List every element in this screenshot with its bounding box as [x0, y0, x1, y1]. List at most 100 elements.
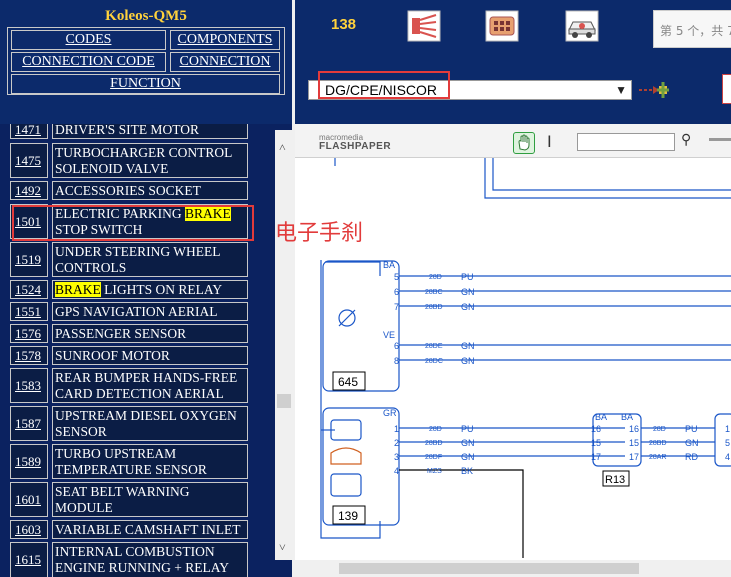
wire-code: 28BD — [425, 440, 443, 447]
pin: 6 — [394, 341, 399, 351]
list-item-code[interactable]: 1519 — [10, 242, 48, 277]
go-arrow-icon[interactable] — [637, 78, 669, 102]
wire-code: 28D — [429, 426, 442, 433]
list-item[interactable]: 1578 SUNROOF MOTOR — [8, 346, 252, 365]
list-item[interactable]: 1576 PASSENGER SENSOR — [8, 324, 252, 343]
search-icon[interactable]: ⚲ — [681, 132, 691, 149]
list-item-code[interactable]: 1576 — [10, 324, 48, 343]
scroll-thumb[interactable] — [277, 394, 291, 408]
list-item[interactable]: 1583 REAR BUMPER HANDS-FREE CARD DETECTI… — [8, 368, 252, 403]
list-item-label: PASSENGER SENSOR — [52, 324, 248, 343]
list-item-label: TURBOCHARGER CONTROL SOLENOID VALVE — [52, 143, 248, 178]
list-item-label: VARIABLE CAMSHAFT INLET — [52, 520, 248, 539]
list-item[interactable]: 1524 BRAKE LIGHTS ON RELAY — [8, 280, 252, 299]
wire-code: 28BC — [425, 289, 443, 296]
connection-code-link[interactable]: CONNECTION CODE — [11, 52, 166, 72]
wiring-icon[interactable] — [407, 10, 441, 42]
codes-link[interactable]: CODES — [11, 30, 166, 50]
wire-code: 28D — [429, 274, 442, 281]
list-item-code[interactable]: 1615 — [10, 542, 48, 577]
scroll-down-icon[interactable]: ˅ — [279, 540, 286, 555]
wire-code: 28D — [653, 426, 666, 433]
connection-link[interactable]: CONNECTION — [170, 52, 280, 72]
select-value: DG/CPE/NISCOR — [325, 82, 438, 98]
wire-color: PU — [461, 272, 474, 282]
list-item[interactable]: 1519 UNDER STEERING WHEEL CONTROLS — [8, 242, 252, 277]
list-item[interactable]: 1603 VARIABLE CAMSHAFT INLET — [8, 520, 252, 539]
wire-color: PU — [685, 424, 698, 434]
connector-ba: BA — [595, 412, 607, 422]
connector-ba: BA — [621, 412, 633, 422]
list-item-code[interactable]: 1601 — [10, 482, 48, 517]
list-item[interactable]: 1471 DRIVER'S SITE MOTOR — [8, 124, 252, 139]
wire-color: PU — [461, 424, 474, 434]
desc-pre: ELECTRIC PARKING — [55, 206, 186, 221]
app-title: Koleos-QM5 — [105, 8, 187, 24]
connector-gr: GR — [383, 408, 397, 418]
pin: 4 — [725, 452, 730, 462]
list-item[interactable]: 1587 UPSTREAM DIESEL OXYGEN SENSOR — [8, 406, 252, 441]
pin: 15 — [629, 438, 639, 448]
pin: 4 — [394, 466, 399, 476]
find-status-field[interactable]: 第 5 个，共 7 — [653, 10, 731, 48]
list-item[interactable]: 1551 GPS NAVIGATION AERIAL — [8, 302, 252, 321]
list-item[interactable]: 1601 SEAT BELT WARNING MODULE — [8, 482, 252, 517]
list-item-code[interactable]: 1471 — [10, 124, 48, 139]
list-item[interactable]: 1615 INTERNAL COMBUSTION ENGINE RUNNING … — [8, 542, 252, 577]
wire-color: GN — [461, 438, 475, 448]
vehicle-location-icon[interactable] — [565, 10, 599, 42]
list-item-code[interactable]: 1603 — [10, 520, 48, 539]
wire-color: GN — [461, 341, 475, 351]
list-item[interactable]: 1492 ACCESSORIES SOCKET — [8, 181, 252, 200]
text-select-icon[interactable]: I — [547, 132, 552, 151]
list-item-label: ACCESSORIES SOCKET — [52, 181, 248, 200]
chevron-down-icon: ▼ — [615, 83, 627, 97]
page-number: 138 — [331, 16, 357, 33]
viewer-search-input[interactable] — [577, 133, 675, 151]
list-item-code[interactable]: 1589 — [10, 444, 48, 479]
list-item-code[interactable]: 1492 — [10, 181, 48, 200]
list-item-label: UNDER STEERING WHEEL CONTROLS — [52, 242, 248, 277]
wire-color: GN — [685, 438, 699, 448]
wiring-diagram: BA VE GR 5 6 7 28D 28BC 28BD PU GN GN 6 … — [320, 158, 731, 558]
zoom-slider[interactable] — [709, 138, 731, 141]
system-select[interactable]: DG/CPE/NISCOR ▼ — [308, 80, 632, 100]
function-link[interactable]: FUNCTION — [11, 74, 280, 94]
wire-code: 28DC — [425, 358, 443, 365]
print-icon[interactable] — [722, 74, 731, 104]
wire-code: 28DE — [425, 343, 443, 350]
viewer-logo: FLASHPAPER — [319, 141, 392, 152]
component-label: 645 — [338, 375, 358, 389]
list-item-code[interactable]: 1551 — [10, 302, 48, 321]
list-item-selected[interactable]: 1501 ELECTRIC PARKING BRAKE STOP SWITCH — [8, 204, 252, 239]
list-item-code[interactable]: 1583 — [10, 368, 48, 403]
hscroll-thumb[interactable] — [339, 563, 639, 574]
list-item-label: REAR BUMPER HANDS-FREE CARD DETECTION AE… — [52, 368, 248, 403]
connector-icon[interactable] — [485, 10, 519, 42]
list-item-code[interactable]: 1587 — [10, 406, 48, 441]
list-item-code[interactable]: 1524 — [10, 280, 48, 299]
pin: 3 — [394, 452, 399, 462]
wire-color: GN — [461, 302, 475, 312]
list-item-code[interactable]: 1501 — [10, 204, 48, 239]
list-item-label: SEAT BELT WARNING MODULE — [52, 482, 248, 517]
list-item-code[interactable]: 1578 — [10, 346, 48, 365]
search-highlight: BRAKE — [55, 282, 101, 297]
list-item-code[interactable]: 1475 — [10, 143, 48, 178]
scroll-up-icon[interactable]: ˄ — [279, 140, 286, 155]
list-item[interactable]: 1589 TURBO UPSTREAM TEMPERATURE SENSOR — [8, 444, 252, 479]
connector-ve: VE — [383, 330, 395, 340]
list-item-label: DRIVER'S SITE MOTOR — [52, 124, 248, 139]
pin: 17 — [591, 452, 601, 462]
wire-color: GN — [461, 356, 475, 366]
wire-color: BK — [461, 466, 473, 476]
nav-header: Koleos-QM5 CODES COMPONENTS CONNECTION C… — [0, 0, 292, 124]
list-item[interactable]: 1475 TURBOCHARGER CONTROL SOLENOID VALVE — [8, 143, 252, 178]
pin: 5 — [725, 438, 730, 448]
hand-tool-icon[interactable] — [513, 132, 535, 154]
components-link[interactable]: COMPONENTS — [170, 30, 280, 50]
pin: 17 — [629, 452, 639, 462]
horizontal-scrollbar[interactable] — [295, 560, 731, 577]
pin: 7 — [394, 302, 399, 312]
viewer-scrollbar[interactable]: ˄ ˅ — [275, 130, 293, 560]
